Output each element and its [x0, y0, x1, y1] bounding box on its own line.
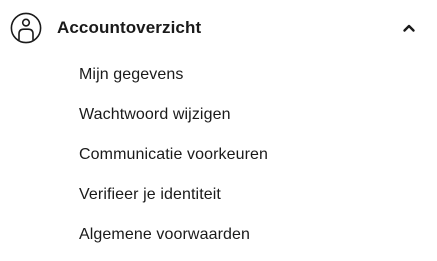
chevron-up-icon[interactable]: [401, 20, 417, 36]
menu-item-communicatie-voorkeuren[interactable]: Communicatie voorkeuren: [0, 136, 437, 176]
menu-item-label: Communicatie voorkeuren: [79, 146, 269, 163]
account-menu: Accountoverzicht Mijn gegevens Wachtwoor…: [0, 0, 437, 261]
menu-item-label: Wachtwoord wijzigen: [79, 106, 231, 123]
account-overview-toggle[interactable]: Accountoverzicht: [0, 0, 437, 56]
menu-item-label: Mijn gegevens: [79, 66, 184, 83]
menu-item-algemene-voorwaarden[interactable]: Algemene voorwaarden: [0, 216, 437, 256]
menu-item-mijn-gegevens[interactable]: Mijn gegevens: [0, 56, 437, 96]
menu-item-label: Verifieer je identiteit: [79, 186, 221, 203]
account-overview-title: Accountoverzicht: [57, 18, 202, 37]
menu-item-label: Algemene voorwaarden: [79, 226, 250, 243]
menu-item-wachtwoord-wijzigen[interactable]: Wachtwoord wijzigen: [0, 96, 437, 136]
account-icon: [10, 12, 42, 44]
account-submenu: Mijn gegevens Wachtwoord wijzigen Commun…: [0, 56, 437, 256]
menu-item-verifieer-identiteit[interactable]: Verifieer je identiteit: [0, 176, 437, 216]
